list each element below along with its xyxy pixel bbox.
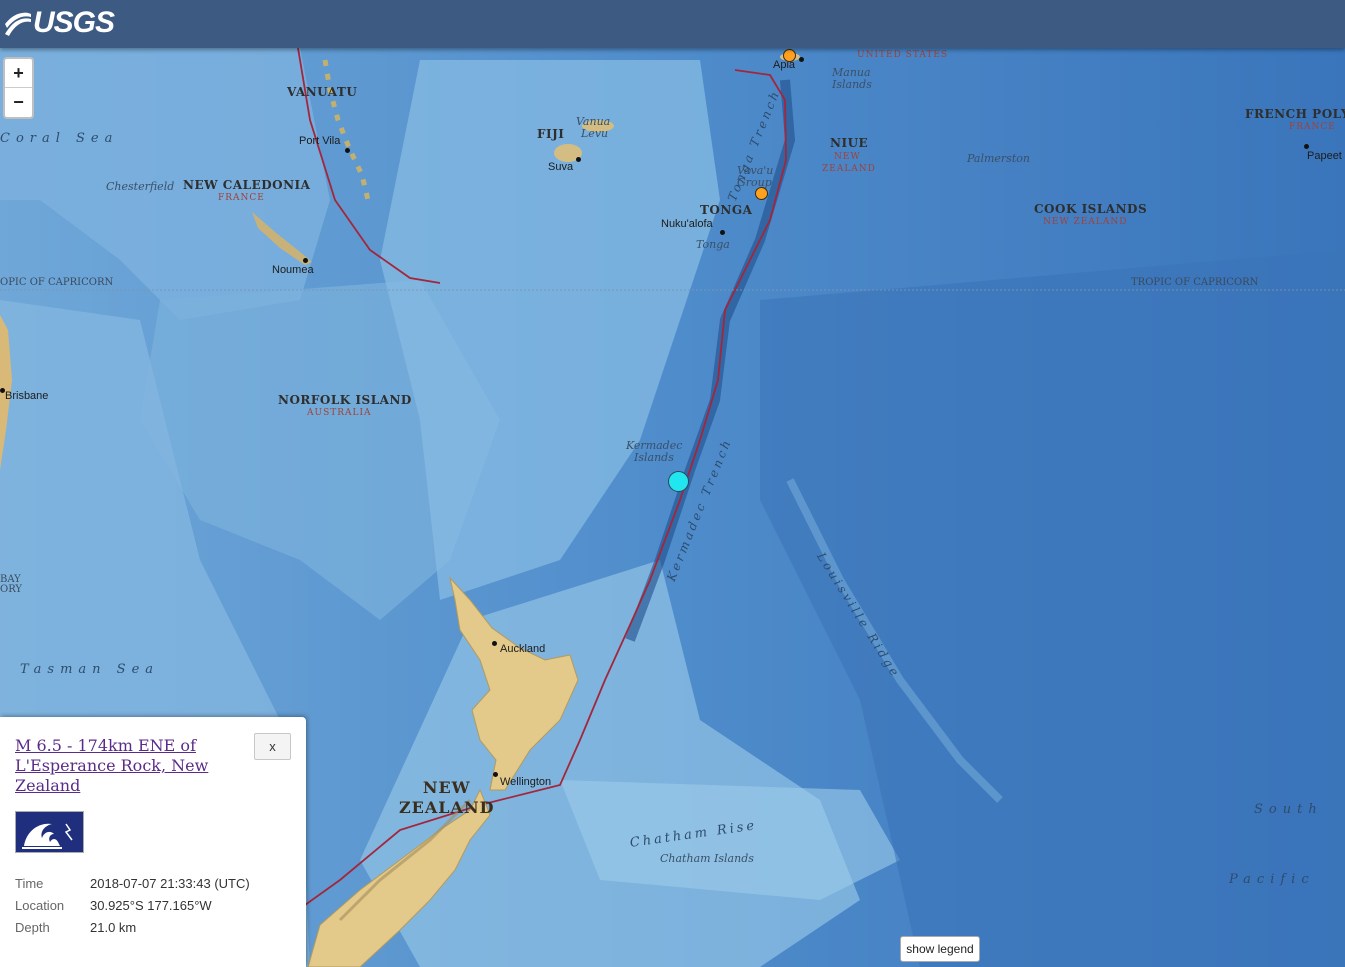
label-coral-sea: Coral Sea	[0, 131, 119, 146]
city-dot	[799, 57, 804, 62]
label-suva: Suva	[548, 161, 574, 173]
earthquake-marker-selected[interactable]	[668, 471, 689, 492]
logo-text: USGS	[33, 6, 115, 39]
label-niue-nz-2: ZEALAND	[822, 164, 876, 174]
show-legend-button[interactable]: show legend	[900, 936, 980, 962]
label-france-west: FRANCE	[218, 193, 265, 203]
label-niue-nz-1: NEW	[834, 152, 861, 162]
city-dot	[576, 157, 581, 162]
label-tropic-east: TROPIC OF CAPRICORN	[1131, 277, 1259, 288]
label-vanua-levu-2: Levu	[581, 127, 609, 140]
earthquake-marker[interactable]	[783, 49, 796, 62]
label-papeete: Papeet	[1307, 150, 1342, 162]
label-new-caledonia: NEW CALEDONIA	[183, 178, 311, 192]
label-tropic-west: OPIC OF CAPRICORN	[0, 277, 114, 288]
city-dot	[303, 258, 308, 263]
event-properties: Time 2018-07-07 21:33:43 (UTC) Location …	[15, 872, 250, 938]
property-value: 30.925°S 177.165°W	[90, 897, 212, 913]
zoom-out-button[interactable]: −	[5, 88, 32, 117]
label-new-zealand: NEW ZEALAND	[399, 778, 494, 818]
city-dot	[720, 230, 725, 235]
label-south: South	[1254, 802, 1323, 817]
event-title-link[interactable]: M 6.5 - 174km ENE of L'Esperance Rock, N…	[15, 736, 237, 796]
label-new-zealand-line-2: ZEALAND	[399, 798, 495, 817]
label-niue: NIUE	[830, 136, 869, 150]
label-pacific: Pacific	[1229, 872, 1315, 887]
label-france-east: FRANCE	[1289, 122, 1336, 132]
label-manua-2: Islands	[832, 78, 872, 91]
label-auckland: Auckland	[500, 643, 546, 655]
property-key: Depth	[15, 919, 50, 935]
zoom-control: + −	[3, 57, 34, 119]
city-dot	[345, 148, 350, 153]
property-value: 2018-07-07 21:33:43 (UTC)	[90, 875, 250, 891]
usgs-logo[interactable]: USGS	[4, 4, 115, 42]
city-dot	[493, 772, 498, 777]
popup-close-button[interactable]: x	[254, 733, 291, 760]
property-key: Time	[15, 875, 44, 891]
tsunami-wave-graphic	[22, 823, 73, 849]
label-australia: AUSTRALIA	[307, 408, 372, 418]
property-row-time: Time 2018-07-07 21:33:43 (UTC)	[15, 872, 250, 894]
city-dot	[1304, 144, 1309, 149]
label-kermadec-2: Islands	[634, 451, 674, 464]
label-noumea: Noumea	[272, 264, 314, 276]
label-tonga: TONGA	[700, 203, 753, 217]
city-dot	[492, 641, 497, 646]
label-united-states: UNITED STATES	[857, 50, 949, 60]
label-cook-nz: NEW ZEALAND	[1043, 217, 1128, 227]
zoom-in-button[interactable]: +	[5, 59, 32, 88]
label-nukualofa: Nuku'alofa	[661, 218, 713, 230]
property-key: Location	[15, 897, 65, 913]
label-norfolk-island: NORFOLK ISLAND	[278, 393, 412, 407]
label-vanuatu: VANUATU	[287, 85, 358, 99]
event-popup: M 6.5 - 174km ENE of L'Esperance Rock, N…	[0, 717, 306, 967]
label-chatham-islands: Chatham Islands	[660, 852, 754, 865]
city-dot	[0, 388, 5, 393]
label-tonga-island: Tonga	[696, 238, 730, 251]
label-cook-islands: COOK ISLANDS	[1034, 202, 1148, 216]
property-row-location: Location 30.925°S 177.165°W	[15, 894, 250, 916]
earthquake-marker[interactable]	[755, 187, 768, 200]
label-french-polynesia: FRENCH POLYN	[1245, 107, 1345, 121]
label-new-zealand-line-1: NEW	[422, 778, 471, 797]
label-brisbane: Brisbane	[5, 390, 49, 402]
label-bay-2: ORY	[0, 584, 23, 595]
usgs-wave-icon	[5, 12, 31, 36]
property-value: 21.0 km	[90, 919, 137, 935]
property-row-depth: Depth 21.0 km	[15, 916, 250, 938]
label-fiji: FIJI	[537, 127, 565, 141]
label-palmerston: Palmerston	[967, 152, 1030, 165]
label-wellington: Wellington	[500, 776, 552, 788]
tsunami-wave-icon[interactable]	[15, 811, 84, 853]
label-chesterfield: Chesterfield	[106, 180, 175, 193]
app-header: USGS	[0, 0, 1345, 48]
label-tasman-sea: Tasman Sea	[20, 662, 160, 677]
label-port-vila: Port Vila	[299, 135, 341, 147]
